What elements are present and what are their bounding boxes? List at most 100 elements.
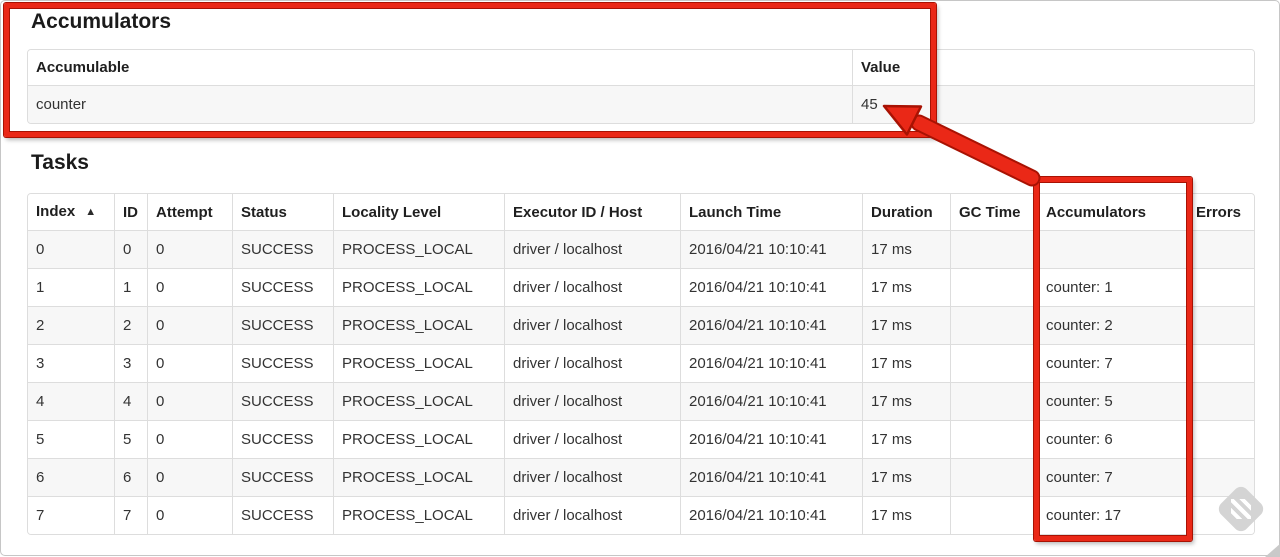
table-cell: driver / localhost — [504, 230, 680, 268]
table-cell: counter: 2 — [1037, 306, 1187, 344]
column-header-index[interactable]: Index ▲ — [28, 194, 114, 230]
table-cell: SUCCESS — [232, 306, 333, 344]
accumulators-heading: Accumulators — [31, 10, 172, 33]
table-cell — [1187, 306, 1254, 344]
table-cell: 5 — [114, 420, 147, 458]
table-row: 2 2 0 SUCCESS PROCESS_LOCAL driver / localhos… — [28, 306, 1254, 344]
column-header-locality-level[interactable]: Locality Level — [333, 194, 504, 230]
table-cell: 0 — [147, 306, 232, 344]
column-header-executor-id-host[interactable]: Executor ID / Host — [504, 194, 680, 230]
table-cell: driver / localhost — [504, 458, 680, 496]
table-cell — [1187, 496, 1254, 534]
table-cell: 2016/04/21 10:10:41 — [680, 268, 862, 306]
table-cell: 0 — [147, 382, 232, 420]
table-cell: 2016/04/21 10:10:41 — [680, 344, 862, 382]
table-cell: PROCESS_LOCAL — [333, 420, 504, 458]
column-header-status[interactable]: Status — [232, 194, 333, 230]
table-cell — [1187, 382, 1254, 420]
table-cell: 0 — [114, 230, 147, 268]
table-row: 4 4 0 SUCCESS PROCESS_LOCAL driver / localhos… — [28, 382, 1254, 420]
table-cell — [950, 230, 1037, 268]
column-header-attempt[interactable]: Attempt — [147, 194, 232, 230]
table-cell: 2016/04/21 10:10:41 — [680, 420, 862, 458]
column-header-value: Value — [852, 50, 1254, 85]
table-cell: 17 ms — [862, 230, 950, 268]
table-cell: 7 — [114, 496, 147, 534]
table-cell: 2016/04/21 10:10:41 — [680, 496, 862, 534]
table-cell — [1187, 344, 1254, 382]
column-header-id[interactable]: ID — [114, 194, 147, 230]
table-cell — [1187, 458, 1254, 496]
table-cell: 7 — [28, 496, 114, 534]
table-cell — [1037, 230, 1187, 268]
table-cell: 1 — [114, 268, 147, 306]
table-cell: 17 ms — [862, 268, 950, 306]
table-cell: SUCCESS — [232, 268, 333, 306]
table-cell: 3 — [114, 344, 147, 382]
column-header-duration[interactable]: Duration — [862, 194, 950, 230]
table-cell: 1 — [28, 268, 114, 306]
table-cell: 3 — [28, 344, 114, 382]
table-cell: 2016/04/21 10:10:41 — [680, 230, 862, 268]
table-cell: driver / localhost — [504, 268, 680, 306]
table-cell: counter: 6 — [1037, 420, 1187, 458]
table-cell: 2016/04/21 10:10:41 — [680, 382, 862, 420]
table-cell: 2016/04/21 10:10:41 — [680, 458, 862, 496]
table-cell: PROCESS_LOCAL — [333, 382, 504, 420]
table-cell: 45 — [852, 85, 1254, 123]
table-row: counter 45 — [28, 85, 1254, 123]
watermark-corner-icon — [1265, 543, 1280, 557]
table-cell: PROCESS_LOCAL — [333, 458, 504, 496]
table-cell: driver / localhost — [504, 420, 680, 458]
accumulators-table: Accumulable Value counter 45 — [27, 49, 1255, 124]
table-cell: counter: 17 — [1037, 496, 1187, 534]
table-cell: PROCESS_LOCAL — [333, 230, 504, 268]
table-cell: driver / localhost — [504, 344, 680, 382]
table-cell: SUCCESS — [232, 458, 333, 496]
table-header-row: Index ▲ ID Attempt Status Locality Level Execu… — [28, 194, 1254, 230]
table-cell — [1187, 420, 1254, 458]
table-cell: 17 ms — [862, 344, 950, 382]
table-cell: SUCCESS — [232, 344, 333, 382]
table-row: 0 0 0 SUCCESS PROCESS_LOCAL driver / localhos… — [28, 230, 1254, 268]
table-cell: 6 — [28, 458, 114, 496]
table-cell: 2016/04/21 10:10:41 — [680, 306, 862, 344]
column-header-accumulable: Accumulable — [28, 50, 852, 85]
table-cell — [950, 382, 1037, 420]
table-cell: driver / localhost — [504, 306, 680, 344]
table-cell: 0 — [147, 268, 232, 306]
table-cell: 0 — [28, 230, 114, 268]
table-cell: 2 — [114, 306, 147, 344]
table-cell: SUCCESS — [232, 420, 333, 458]
table-cell — [1187, 268, 1254, 306]
table-cell: driver / localhost — [504, 496, 680, 534]
table-cell — [950, 344, 1037, 382]
table-cell: counter: 7 — [1037, 344, 1187, 382]
table-cell: 2 — [28, 306, 114, 344]
table-cell — [950, 306, 1037, 344]
table-cell: driver / localhost — [504, 382, 680, 420]
table-cell: SUCCESS — [232, 382, 333, 420]
table-cell: counter: 7 — [1037, 458, 1187, 496]
table-cell: 0 — [147, 420, 232, 458]
table-cell: PROCESS_LOCAL — [333, 306, 504, 344]
column-header-errors[interactable]: Errors — [1187, 194, 1254, 230]
tasks-table: Index ▲ ID Attempt Status Locality Level Execu… — [27, 193, 1255, 535]
table-cell: 0 — [147, 344, 232, 382]
table-cell: SUCCESS — [232, 496, 333, 534]
table-cell: PROCESS_LOCAL — [333, 344, 504, 382]
table-cell: 4 — [114, 382, 147, 420]
table-cell: PROCESS_LOCAL — [333, 496, 504, 534]
table-cell — [1187, 230, 1254, 268]
column-header-launch-time[interactable]: Launch Time — [680, 194, 862, 230]
sort-asc-icon: ▲ — [85, 206, 97, 218]
table-cell — [950, 496, 1037, 534]
table-cell: 17 ms — [862, 458, 950, 496]
table-header-row: Accumulable Value — [28, 50, 1254, 85]
table-row: 7 7 0 SUCCESS PROCESS_LOCAL driver / localhos… — [28, 496, 1254, 534]
table-cell: counter: 5 — [1037, 382, 1187, 420]
column-header-gc-time[interactable]: GC Time — [950, 194, 1037, 230]
table-cell — [950, 268, 1037, 306]
table-cell: 0 — [147, 496, 232, 534]
column-header-accumulators[interactable]: Accumulators — [1037, 194, 1187, 230]
